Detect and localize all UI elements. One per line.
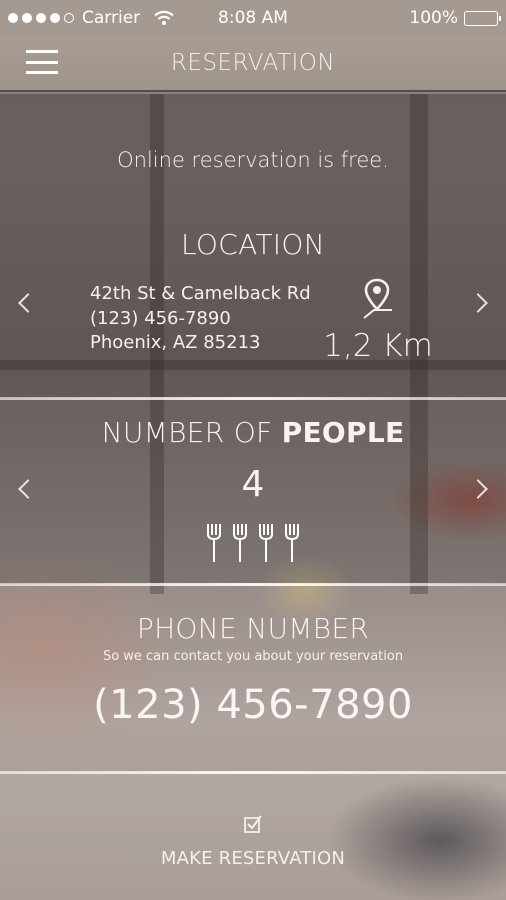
phone-subtitle: So we can contact you about your reserva…	[102, 649, 404, 664]
fork-icon	[259, 524, 273, 562]
phone-number-field[interactable]: (123) 456-7890	[0, 682, 506, 728]
location-address: 42th St & Camelback Rd (123) 456-7890 Ph…	[90, 282, 311, 356]
phone-heading-plain: PHONE	[136, 612, 247, 645]
phone-heading: PHONE NUMBER	[0, 612, 506, 645]
people-section: NUMBER OF PEOPLE 4	[0, 400, 506, 584]
make-reservation-button[interactable]: MAKE RESERVATION	[0, 774, 506, 900]
battery-icon	[464, 10, 501, 26]
signal-dot	[22, 13, 32, 23]
signal-dot-empty	[64, 13, 74, 23]
make-reservation-label: MAKE RESERVATION	[160, 848, 346, 869]
phone-section: PHONE NUMBER So we can contact you about…	[0, 586, 506, 772]
signal-dot	[8, 13, 18, 23]
battery-indicator: 100%	[409, 8, 501, 28]
fork-icon	[233, 524, 247, 562]
people-heading-bold: PEOPLE	[281, 416, 405, 449]
fork-icon	[285, 524, 299, 562]
fork-icon	[207, 524, 221, 562]
page-title: RESERVATION	[170, 50, 336, 76]
checkbox-checked-icon	[244, 815, 262, 833]
people-count: 4	[241, 464, 265, 505]
wifi-icon	[154, 10, 174, 25]
address-street: 42th St & Camelback Rd	[90, 283, 311, 304]
people-heading: NUMBER OF PEOPLE	[0, 416, 506, 449]
location-heading: LOCATION	[181, 228, 325, 261]
map-pin-icon[interactable]	[362, 276, 396, 320]
address-phone: (123) 456-7890	[90, 307, 231, 329]
hamburger-menu-icon[interactable]	[26, 50, 58, 74]
phone-heading-rest: NUMBER	[246, 612, 370, 645]
battery-percent: 100%	[409, 8, 458, 28]
location-section: Online reservation is free. LOCATION 42t…	[0, 94, 506, 398]
fork-icons	[0, 524, 506, 562]
location-prev-arrow-icon[interactable]	[18, 293, 38, 313]
location-next-arrow-icon[interactable]	[468, 293, 488, 313]
people-heading-plain: NUMBER OF	[101, 416, 282, 449]
nav-bar: RESERVATION	[0, 36, 506, 92]
status-left: Carrier	[8, 8, 174, 28]
status-bar: Carrier 8:08 AM 100%	[0, 0, 506, 36]
signal-dot	[50, 13, 60, 23]
distance-value: 1,2 Km	[323, 328, 433, 364]
carrier-label: Carrier	[82, 8, 141, 28]
address-city: Phoenix, AZ 85213	[90, 332, 261, 353]
intro-text: Online reservation is free.	[117, 148, 389, 172]
signal-dot	[36, 13, 46, 23]
